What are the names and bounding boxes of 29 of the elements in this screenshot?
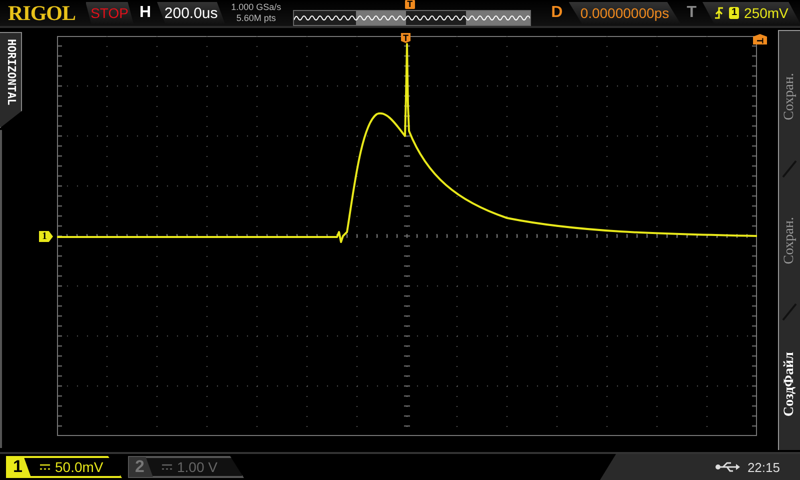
horizontal-label: H <box>140 4 152 22</box>
trigger-level-marker[interactable]: T <box>753 34 767 44</box>
trigger-label: T <box>686 4 696 22</box>
dc-coupling-icon <box>39 463 51 471</box>
channel-number: 1 <box>7 457 31 477</box>
menu-item[interactable]: Сохран. <box>782 73 798 120</box>
trigger-source-badge: 1 <box>729 7 740 19</box>
channel-number: 2 <box>129 457 153 477</box>
trigger-level: 250mV <box>744 5 788 21</box>
usb-icon <box>715 461 742 473</box>
trigger-setting[interactable]: 1 250mV <box>702 2 800 24</box>
channel-setting[interactable]: 1 50.0mV <box>6 456 122 478</box>
rising-edge-icon <box>714 6 724 20</box>
channel-marker[interactable]: 1 <box>39 231 53 242</box>
sample-rate: 1.000 GSa/s <box>231 2 282 13</box>
channel-scale: 1.00 V <box>177 459 218 475</box>
trigger-position-marker[interactable]: T <box>401 33 410 43</box>
delay-label: D <box>551 4 563 22</box>
trigger-position-marker: T <box>405 0 415 9</box>
channel-scale: 50.0mV <box>55 459 104 475</box>
brand-logo: RIGOL <box>8 0 76 26</box>
delay-value[interactable]: 0.00000000ps <box>568 2 681 24</box>
clock-time: 22:15 <box>747 460 780 474</box>
memory-depth: 5.60M pts <box>236 13 276 24</box>
menu-item[interactable]: СоздФайл <box>782 352 798 416</box>
horizontal-tab[interactable]: HORIZONTAL <box>0 32 22 128</box>
timebase-value[interactable]: 200.0us <box>157 2 226 24</box>
dc-coupling-icon <box>161 463 173 471</box>
menu-item[interactable]: Сохран. <box>782 216 798 264</box>
